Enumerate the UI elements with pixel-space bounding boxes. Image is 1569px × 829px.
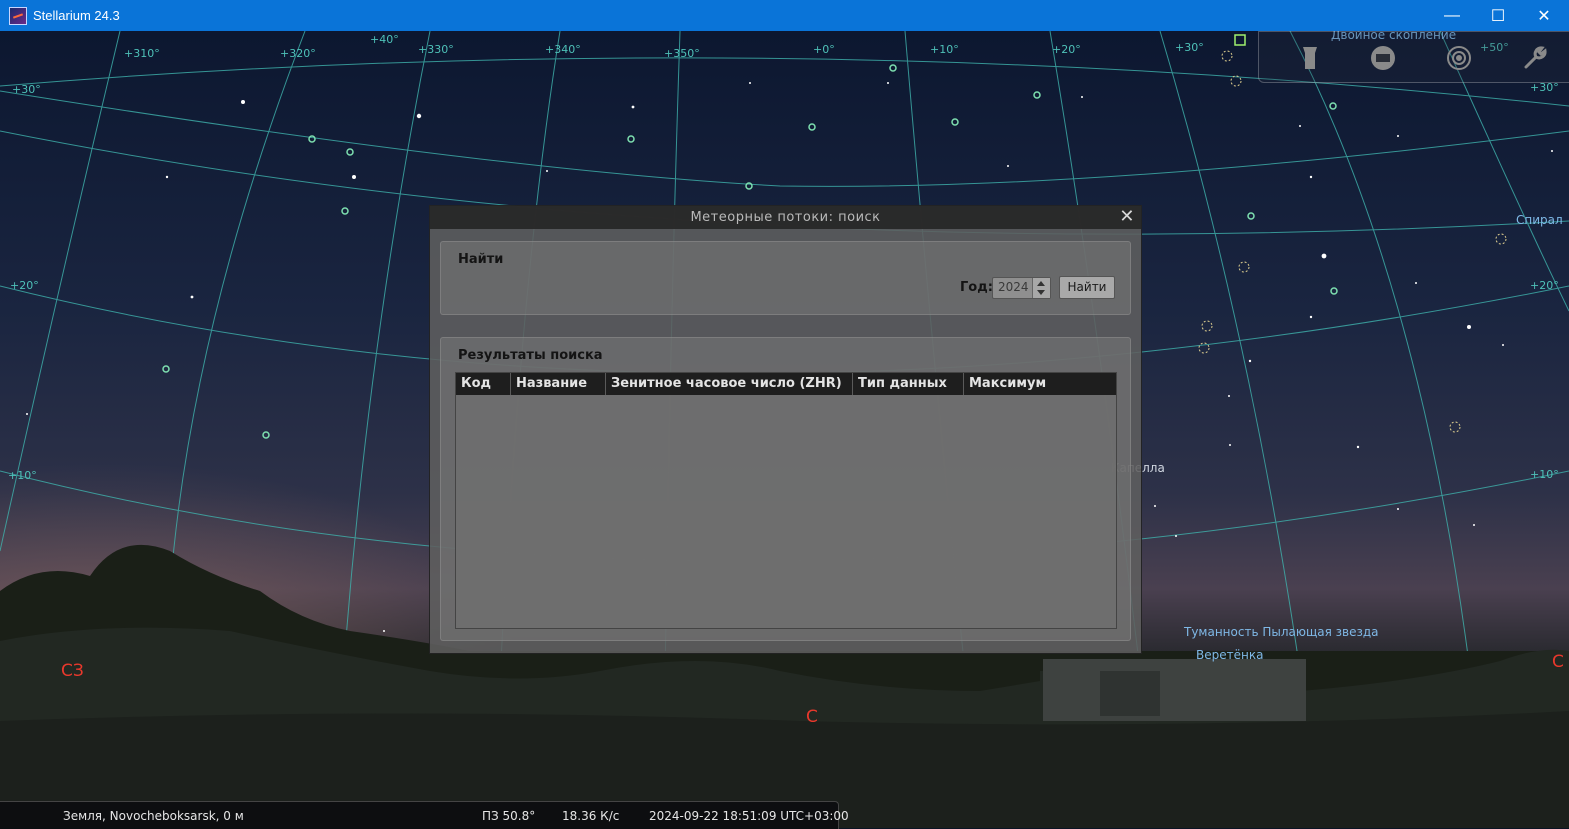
dialog-close-button[interactable]: ✕: [1119, 206, 1135, 228]
grid-label: +0°: [813, 43, 835, 56]
screen-icon[interactable]: [1369, 44, 1397, 72]
compass-northeast: С: [1552, 652, 1564, 672]
grid-label: +20°: [10, 279, 39, 292]
window-title: Stellarium 24.3: [33, 8, 120, 23]
find-button[interactable]: Найти: [1059, 276, 1115, 299]
year-spinbox[interactable]: 2024: [992, 277, 1051, 299]
results-table[interactable]: Код Название Зенитное часовое число (ZHR…: [455, 372, 1117, 629]
column-header-code[interactable]: Код: [456, 373, 511, 395]
datetime-text: 2024-09-22 18:51:09 UTC+03:00: [649, 809, 849, 823]
grid-label: +340°: [545, 43, 581, 56]
spiral-label[interactable]: Спирал: [1516, 213, 1563, 227]
maximize-button[interactable]: ☐: [1475, 0, 1521, 31]
azimuth-text: ПЗ 50.8°: [482, 809, 536, 823]
status-bar: Земля, Novocheboksarsk, 0 м ПЗ 50.8° 18.…: [0, 801, 849, 829]
grid-label: +10°: [8, 469, 37, 482]
year-label: Год:: [960, 280, 993, 295]
column-header-name[interactable]: Название: [511, 373, 606, 395]
nebula-label[interactable]: Туманность Пылающая звезда: [1184, 625, 1379, 639]
results-groupbox: Результаты поиска Код Название Зенитное …: [440, 337, 1131, 641]
find-group-title: Найти: [458, 252, 504, 267]
object-label[interactable]: Веретёнка: [1196, 648, 1263, 662]
minimize-button[interactable]: —: [1429, 0, 1475, 31]
window-titlebar: Stellarium 24.3 — ☐ ✕: [0, 0, 1569, 31]
table-header: Код Название Зенитное часовое число (ZHR…: [456, 373, 1116, 395]
grid-label: +30°: [1175, 41, 1204, 54]
compass-northwest: СЗ: [61, 661, 84, 681]
grid-label: +310°: [124, 47, 160, 60]
close-icon: ✕: [1537, 7, 1551, 25]
close-icon: ✕: [1119, 206, 1135, 227]
close-window-button[interactable]: ✕: [1521, 0, 1567, 31]
grid-label: +350°: [664, 47, 700, 60]
column-header-data-type[interactable]: Тип данных: [853, 373, 964, 395]
grid-label: +330°: [418, 43, 454, 56]
top-right-toolbar: [1258, 31, 1569, 83]
grid-label: +30°: [12, 83, 41, 96]
grid-label: +320°: [280, 47, 316, 60]
flashlight-icon[interactable]: [1296, 44, 1324, 72]
stellarium-app-icon: [9, 6, 27, 25]
column-header-maximum[interactable]: Максимум: [964, 373, 1116, 395]
fps-text: 18.36 К/с: [562, 809, 620, 823]
grid-label: +20°: [1052, 43, 1081, 56]
spin-up-icon[interactable]: [1037, 281, 1045, 286]
grid-label: +10°: [930, 43, 959, 56]
dialog-titlebar[interactable]: Метеорные потоки: поиск ✕: [430, 206, 1141, 229]
year-value: 2024: [998, 280, 1029, 294]
wrench-icon[interactable]: [1521, 44, 1549, 72]
spin-down-icon[interactable]: [1037, 290, 1045, 295]
dialog-title: Метеорные потоки: поиск: [690, 210, 881, 225]
grid-label: +20°: [1530, 279, 1559, 292]
results-group-title: Результаты поиска: [458, 348, 603, 363]
target-icon[interactable]: [1445, 44, 1473, 72]
minimize-icon: —: [1444, 6, 1460, 24]
spin-buttons: [1032, 278, 1050, 298]
find-groupbox: Найти Год: 2024 Найти: [440, 241, 1131, 315]
grid-label: +40°: [370, 33, 399, 46]
location-text: Земля, Novocheboksarsk, 0 м: [63, 809, 244, 823]
grid-label: +10°: [1530, 468, 1559, 481]
meteor-search-dialog: Метеорные потоки: поиск ✕ Найти Год: 202…: [429, 205, 1142, 654]
maximize-icon: ☐: [1490, 7, 1506, 25]
column-header-zhr[interactable]: Зенитное часовое число (ZHR): [606, 373, 853, 395]
compass-north: С: [806, 707, 818, 727]
